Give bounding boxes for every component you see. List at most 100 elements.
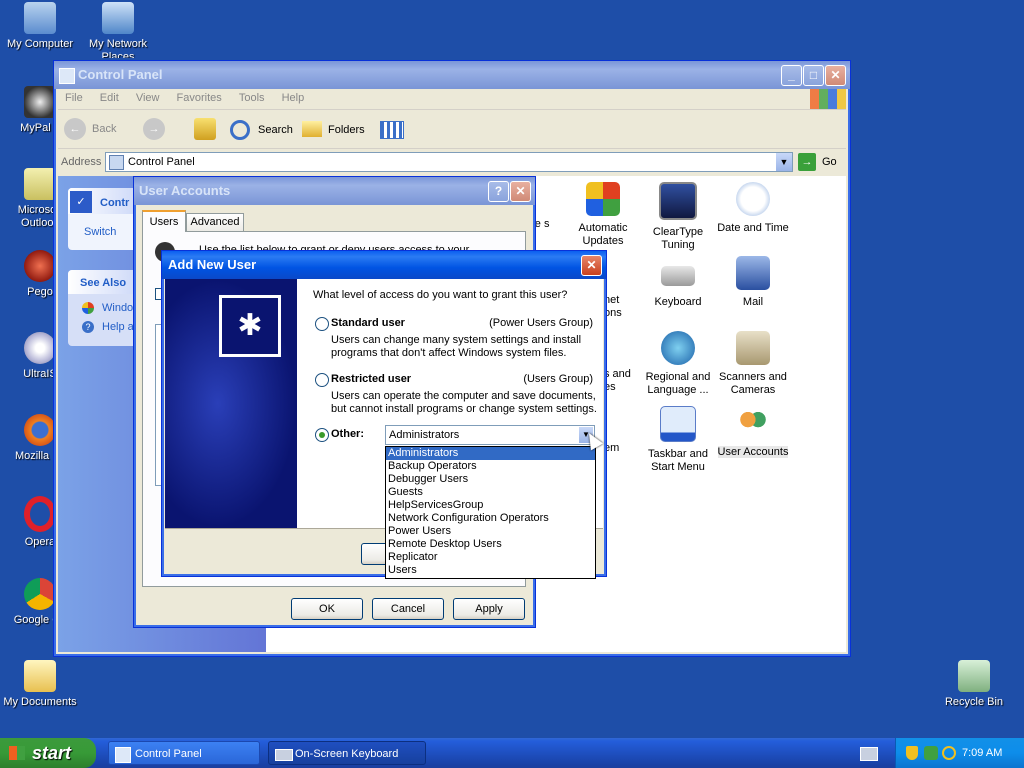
- search-button[interactable]: Search: [230, 118, 294, 142]
- dropdown-option[interactable]: Power Users: [386, 525, 595, 538]
- taskbar-button-control-panel[interactable]: Control Panel: [108, 741, 260, 765]
- user-accounts-titlebar[interactable]: User Accounts: [134, 177, 535, 205]
- cp-item-label: Automatic Updates: [578, 222, 628, 247]
- network-tray-icon[interactable]: [924, 746, 938, 760]
- wizard-sidebar-image: ✱: [165, 279, 297, 528]
- keyboard-tray-icon[interactable]: [860, 747, 878, 761]
- desktop-icon-my-computer[interactable]: My Computer: [0, 2, 80, 51]
- menu-bar: File Edit View Favorites Tools Help: [58, 89, 846, 110]
- cp-item-printers-and-faxes[interactable]: s and es: [604, 334, 634, 394]
- dropdown-option[interactable]: Debugger Users: [386, 473, 595, 486]
- cp-item-date-and-time[interactable]: Date and Time: [715, 182, 791, 235]
- menu-view[interactable]: View: [129, 89, 167, 107]
- cp-item-system[interactable]: em: [604, 408, 634, 455]
- dropdown-option[interactable]: Remote Desktop Users: [386, 538, 595, 551]
- address-label: Address: [61, 156, 102, 168]
- cp-item-taskbar-and-start-menu[interactable]: Taskbar and Start Menu: [640, 406, 716, 474]
- control-panel-small-icon: [109, 155, 124, 170]
- up-folder-icon[interactable]: [194, 118, 216, 140]
- desktop-icon-label: My Network Places: [88, 38, 148, 58]
- apply-button[interactable]: Apply: [453, 598, 525, 620]
- menu-favorites[interactable]: Favorites: [170, 89, 229, 107]
- menu-help[interactable]: Help: [275, 89, 312, 107]
- cp-item-keyboard[interactable]: Keyboard: [640, 256, 716, 309]
- maximize-button[interactable]: □: [803, 65, 824, 86]
- desktop-icon-recycle-bin[interactable]: Recycle Bin: [934, 660, 1014, 709]
- dropdown-option-label: Debugger Users: [388, 473, 469, 485]
- desktop-icon-my-documents[interactable]: My Documents: [0, 660, 80, 709]
- cancel-label: Cancel: [390, 603, 426, 615]
- go-button[interactable]: → Go: [798, 152, 838, 172]
- dropdown-option[interactable]: Backup Operators: [386, 460, 595, 473]
- folders-button[interactable]: Folders: [302, 118, 368, 142]
- cp-item-regional-and-language[interactable]: Regional and Language ...: [640, 331, 716, 397]
- dropdown-option[interactable]: Guests: [386, 486, 595, 499]
- dropdown-option[interactable]: Users: [386, 564, 595, 577]
- cp-item-mail[interactable]: Mail: [715, 256, 791, 309]
- menu-file[interactable]: File: [58, 89, 90, 107]
- folders-icon: [302, 121, 322, 137]
- recycle-bin-icon: [958, 660, 990, 692]
- cp-item-automatic-updates[interactable]: Automatic Updates: [565, 182, 641, 248]
- search-tray-icon[interactable]: [942, 746, 956, 760]
- group-select[interactable]: Administrators ▼: [385, 425, 595, 445]
- cp-item-scanners-and-cameras[interactable]: Scanners and Cameras: [715, 331, 791, 397]
- see-also-windows-link[interactable]: Windo: [102, 302, 133, 314]
- desktop-icon-label: My Documents: [3, 696, 77, 708]
- standard-user-radio[interactable]: [315, 317, 329, 331]
- see-also-title: See Also: [80, 277, 127, 289]
- add-new-user-titlebar[interactable]: Add New User: [162, 251, 606, 279]
- address-field[interactable]: Control Panel ▼: [105, 152, 793, 172]
- menu-tools[interactable]: Tools: [232, 89, 272, 107]
- desktop-icon-my-network-places[interactable]: My Network Places: [78, 2, 158, 58]
- dropdown-option[interactable]: Administrators: [386, 447, 595, 460]
- dropdown-option[interactable]: Replicator: [386, 551, 595, 564]
- cp-item-internet-options[interactable]: net ons: [604, 260, 634, 320]
- user-accounts-icon: [736, 406, 770, 440]
- user-accounts-title: User Accounts: [139, 183, 231, 198]
- dropdown-option-label: Remote Desktop Users: [388, 538, 502, 550]
- restricted-user-label: Restricted user: [331, 373, 412, 385]
- cp-item-cleartype-tuning[interactable]: ClearType Tuning: [640, 182, 716, 252]
- control-panel-titlebar[interactable]: Control Panel: [54, 61, 850, 89]
- menu-edit[interactable]: Edit: [93, 89, 126, 107]
- cp-item-label: Taskbar and Start Menu: [648, 448, 708, 473]
- dropdown-option[interactable]: Network Configuration Operators: [386, 512, 595, 525]
- checkmark-icon: ✓: [70, 191, 92, 213]
- taskbar-button-label: Control Panel: [135, 748, 202, 760]
- network-icon: [102, 2, 134, 34]
- see-also-help-link[interactable]: Help a: [102, 321, 134, 333]
- views-button[interactable]: [380, 120, 410, 140]
- cp-item-user-accounts[interactable]: User Accounts: [715, 406, 791, 459]
- ok-button[interactable]: OK: [291, 598, 363, 620]
- taskbar-button-label: On-Screen Keyboard: [295, 748, 399, 760]
- restricted-user-group: (Users Group): [523, 373, 593, 385]
- start-button[interactable]: start: [0, 738, 96, 768]
- help-button[interactable]: ?: [488, 181, 509, 202]
- cp-item-label: User Accounts: [717, 446, 789, 458]
- forward-arrow-icon[interactable]: →: [143, 118, 165, 140]
- help-icon: ?: [82, 321, 94, 333]
- dropdown-option[interactable]: HelpServicesGroup: [386, 499, 595, 512]
- address-dropdown-chevron-icon[interactable]: ▼: [776, 153, 792, 171]
- go-label: Go: [822, 156, 837, 168]
- group-dropdown-list[interactable]: Administrators Backup Operators Debugger…: [385, 446, 596, 579]
- close-button[interactable]: ✕: [510, 181, 531, 202]
- taskbar-button-on-screen-keyboard[interactable]: On-Screen Keyboard: [268, 741, 426, 765]
- back-button[interactable]: ← Back: [64, 118, 134, 142]
- cancel-button[interactable]: Cancel: [372, 598, 444, 620]
- minimize-button[interactable]: _: [781, 65, 802, 86]
- close-button[interactable]: ✕: [581, 255, 602, 276]
- group-select-value: Administrators: [389, 429, 460, 441]
- switch-view-link[interactable]: Switch: [84, 226, 116, 238]
- windows-flag-icon: [9, 746, 25, 760]
- other-radio[interactable]: [315, 428, 329, 442]
- security-shield-icon[interactable]: [906, 746, 918, 760]
- tab-users[interactable]: Users: [142, 210, 186, 232]
- restricted-user-radio[interactable]: [315, 373, 329, 387]
- tab-advanced[interactable]: Advanced: [186, 213, 244, 231]
- opera-icon: [24, 496, 56, 532]
- disc-icon: [24, 332, 56, 364]
- dropdown-option-label: Guests: [388, 486, 423, 498]
- close-button[interactable]: ✕: [825, 65, 846, 86]
